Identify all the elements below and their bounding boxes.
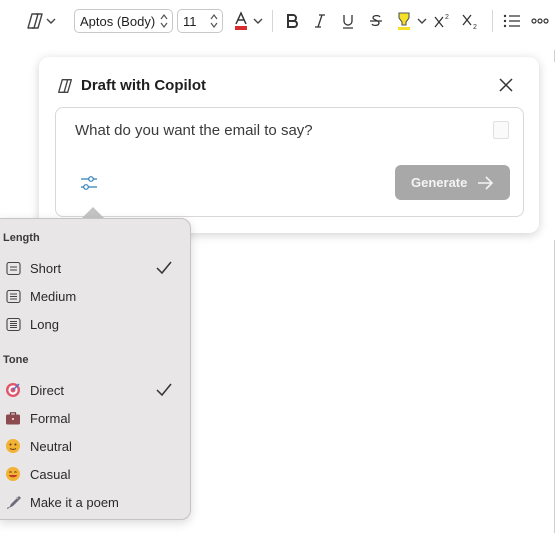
length-section-label: Length (3, 232, 40, 244)
copilot-draft-card: Draft with Copilot What do you want the … (39, 57, 539, 233)
generate-button[interactable]: Generate (395, 165, 510, 200)
dropdown-caret (82, 207, 104, 218)
document-icon (5, 288, 21, 304)
menu-item-label: Formal (30, 411, 71, 426)
menu-item-make-it-a-poem[interactable]: Make it a poem (1, 489, 189, 515)
copilot-icon (56, 77, 74, 95)
bullet-list-icon[interactable] (499, 8, 525, 34)
prompt-placeholder: What do you want the email to say? (75, 122, 313, 139)
font-name-select[interactable]: Aptos (Body) (74, 9, 173, 33)
menu-item-casual[interactable]: Casual (1, 461, 189, 487)
arrow-right-icon (478, 176, 494, 190)
chevron-down-icon[interactable] (250, 8, 266, 34)
more-icon[interactable] (527, 8, 553, 34)
close-icon[interactable] (497, 76, 515, 94)
options-dropdown: Length Short Medium Long Tone Direct For… (0, 218, 191, 520)
menu-item-direct[interactable]: Direct (1, 377, 189, 403)
checkmark-icon (156, 383, 172, 397)
window-edge (554, 240, 555, 533)
spinner-icon (160, 14, 168, 28)
grin-face-icon (5, 466, 21, 482)
font-name-value: Aptos (Body) (80, 13, 156, 29)
menu-item-label: Short (30, 261, 62, 276)
prompt-input[interactable]: What do you want the email to say? Gener… (55, 107, 524, 217)
fountain-pen-icon (5, 494, 21, 510)
document-icon (5, 260, 21, 276)
menu-item-short[interactable]: Short (1, 255, 189, 281)
svg-text:2: 2 (473, 24, 477, 30)
formatting-toolbar: Aptos (Body) 11 2 2 (0, 0, 560, 42)
italic-icon[interactable] (307, 8, 333, 34)
font-size-value: 11 (183, 13, 197, 29)
card-title: Draft with Copilot (81, 77, 206, 94)
document-icon (5, 316, 21, 332)
superscript-icon[interactable]: 2 (430, 8, 456, 34)
menu-item-label: Casual (30, 467, 71, 482)
menu-item-formal[interactable]: Formal (1, 405, 189, 431)
briefcase-icon (5, 410, 21, 426)
settings-sliders-icon[interactable] (78, 172, 100, 194)
subscript-icon[interactable]: 2 (458, 8, 484, 34)
strikethrough-icon[interactable] (363, 8, 389, 34)
menu-item-label: Neutral (30, 439, 72, 454)
chevron-down-icon[interactable] (43, 8, 59, 34)
menu-item-label: Direct (30, 383, 64, 398)
target-icon (5, 382, 21, 398)
checkmark-icon (156, 261, 172, 275)
menu-item-label: Make it a poem (30, 495, 119, 510)
menu-item-neutral[interactable]: Neutral (1, 433, 189, 459)
attachment-icon[interactable] (493, 121, 509, 139)
chevron-down-icon[interactable] (414, 8, 430, 34)
menu-item-label: Long (30, 317, 59, 332)
font-size-select[interactable]: 11 (177, 9, 223, 33)
generate-label: Generate (411, 175, 468, 190)
window-edge (554, 50, 555, 62)
bold-icon[interactable] (279, 8, 305, 34)
toolbar-divider (272, 10, 273, 32)
neutral-face-icon (5, 438, 21, 454)
underline-icon[interactable] (335, 8, 361, 34)
menu-item-medium[interactable]: Medium (1, 283, 189, 309)
spinner-icon (210, 14, 218, 28)
toolbar-divider (492, 10, 493, 32)
svg-text:2: 2 (445, 14, 449, 21)
tone-section-label: Tone (3, 354, 29, 366)
menu-item-label: Medium (30, 289, 77, 304)
menu-item-long[interactable]: Long (1, 311, 189, 337)
